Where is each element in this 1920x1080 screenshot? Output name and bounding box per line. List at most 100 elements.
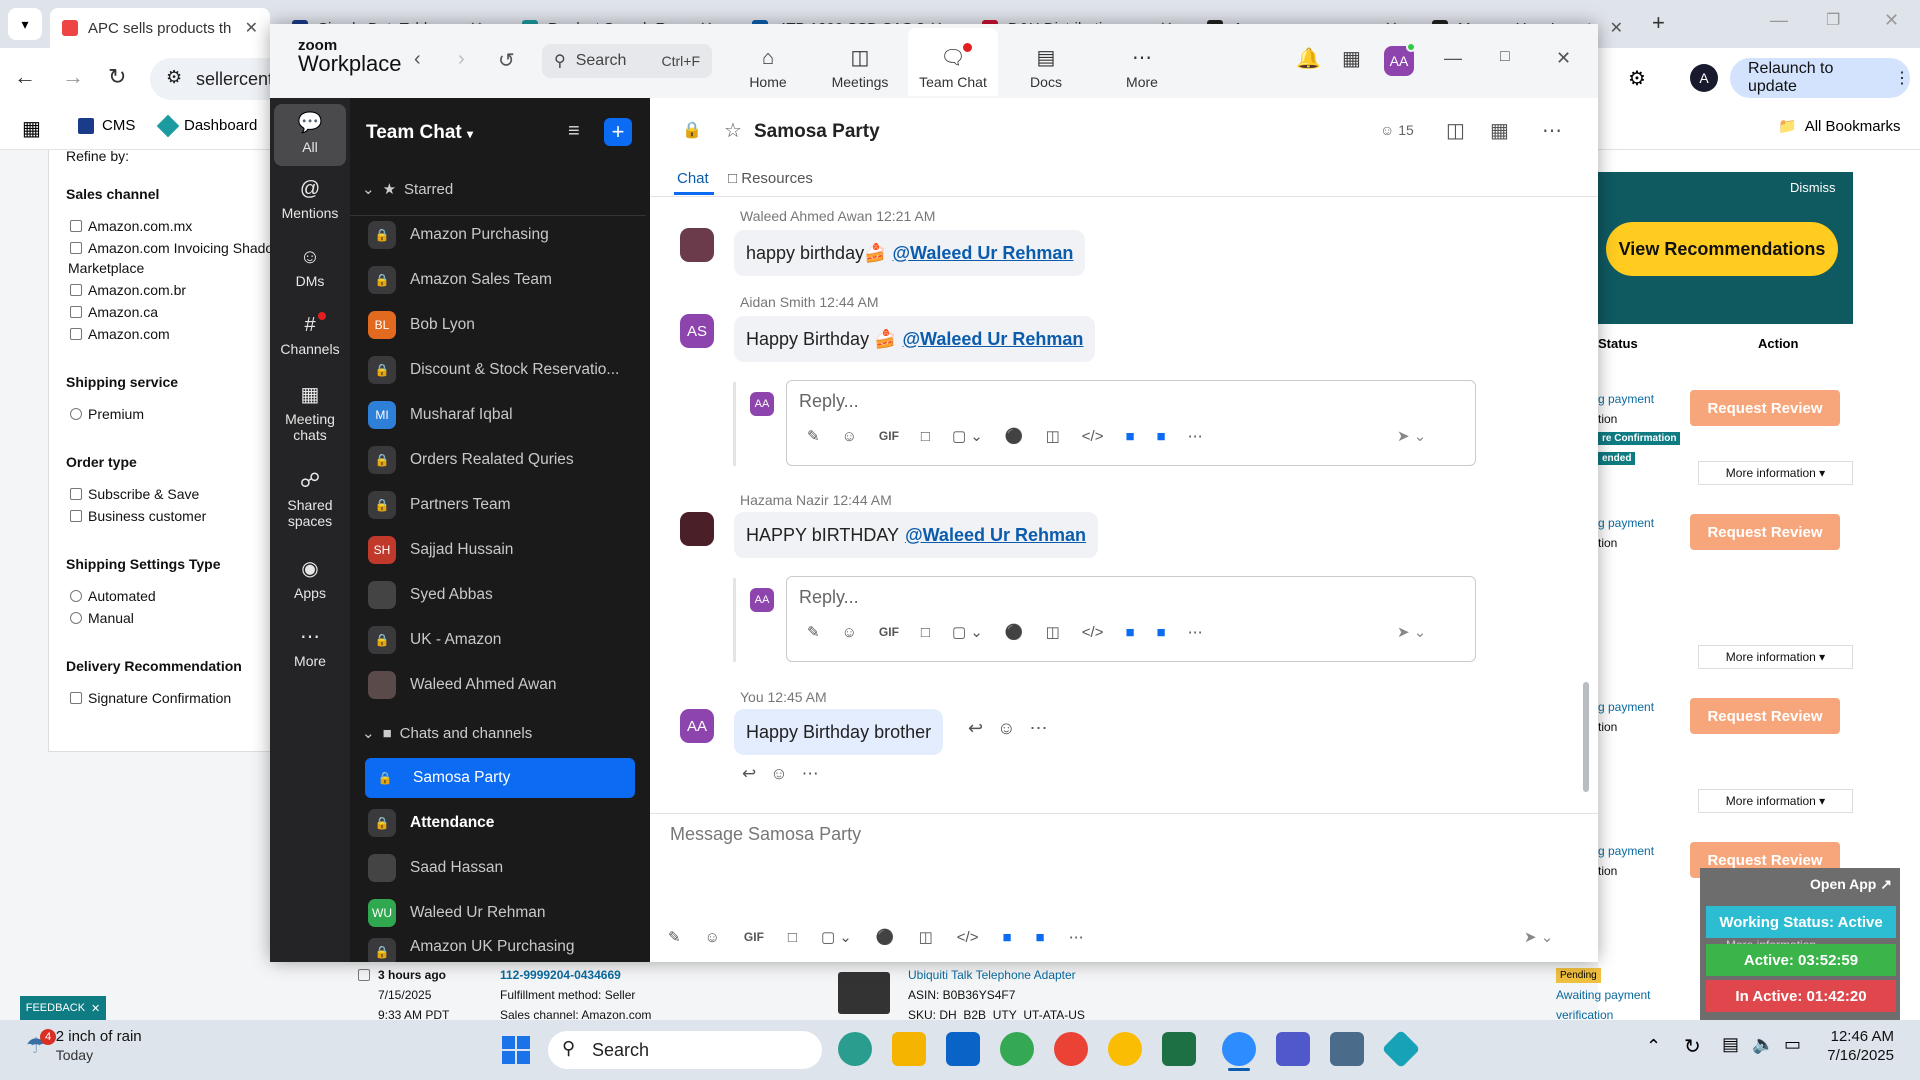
nav-meetings[interactable]: ◫ Meetings xyxy=(816,28,904,96)
dm-item[interactable]: MI Musharaf Iqbal xyxy=(368,395,636,435)
rail-all[interactable]: 💬 All xyxy=(272,110,348,155)
calculator-icon[interactable] xyxy=(1330,1032,1364,1066)
message-bubble[interactable]: HAPPY bIRTHDAY @Waleed Ur Rehman xyxy=(734,512,1098,558)
filter-option[interactable]: Subscribe & Save xyxy=(70,486,199,502)
sync-icon[interactable]: ↻ xyxy=(1684,1034,1701,1059)
channel-item[interactable]: 🔒 Attendance xyxy=(368,803,636,843)
more-information-button[interactable]: More information ▾ xyxy=(1698,789,1853,813)
edge-icon[interactable] xyxy=(838,1032,872,1066)
clock[interactable]: 12:46 AM 7/16/2025 xyxy=(1824,1028,1894,1066)
rail-more[interactable]: ⋯ More xyxy=(272,624,348,669)
browser-tab[interactable]: APC sells products th ✕ xyxy=(50,8,270,48)
channel-title[interactable]: Samosa Party xyxy=(754,121,880,143)
chevron-up-icon[interactable]: ⌃ xyxy=(1646,1036,1661,1057)
file-explorer-icon[interactable] xyxy=(892,1032,926,1066)
message-bubble[interactable]: Happy Birthday 🍰 @Waleed Ur Rehman xyxy=(734,316,1096,362)
filter-option[interactable]: Business customer xyxy=(70,508,206,524)
reply-input[interactable]: Reply... xyxy=(799,587,859,608)
filter-option[interactable]: Automated xyxy=(70,588,156,604)
avatar[interactable] xyxy=(680,228,714,262)
new-tab-icon[interactable]: + xyxy=(1652,10,1665,36)
channel-item[interactable]: 🔒 Discount & Stock Reservatio... xyxy=(368,350,636,390)
close-icon[interactable]: ✕ xyxy=(1610,18,1623,38)
forward-arrow-icon[interactable]: › xyxy=(458,48,465,71)
more-icon[interactable]: ⋯ xyxy=(1069,928,1084,946)
emoji-icon[interactable]: ☺ xyxy=(705,929,720,946)
minimize-icon[interactable]: — xyxy=(1444,48,1462,69)
emoji-icon[interactable]: ☺ xyxy=(842,428,857,445)
file-icon[interactable]: □ xyxy=(921,624,930,641)
filter-option[interactable]: Signature Confirmation xyxy=(70,690,231,706)
calendar-icon[interactable]: ▦ xyxy=(1342,46,1361,71)
send-icon[interactable]: ➤ ⌄ xyxy=(1397,427,1426,445)
channel-more-icon[interactable]: ⋯ xyxy=(1542,118,1562,143)
tab-chat[interactable]: Chat xyxy=(677,170,709,187)
dm-item[interactable]: Saad Hassan xyxy=(368,848,636,888)
bookmark-dashboard[interactable]: Dashboard xyxy=(156,114,257,137)
nav-more[interactable]: ⋯ More xyxy=(1098,28,1186,96)
close-icon[interactable]: ✕ xyxy=(1556,48,1571,69)
file-icon[interactable]: □ xyxy=(921,428,930,445)
rail-mentions[interactable]: @ Mentions xyxy=(272,178,348,221)
app-icon[interactable]: ■ xyxy=(1002,929,1011,946)
nav-team-chat[interactable]: 🗨 Team Chat xyxy=(908,28,998,96)
more-icon[interactable]: ⋯ xyxy=(1188,427,1203,445)
tab-resources[interactable]: □ Resources xyxy=(728,170,813,187)
apps-grid-icon[interactable]: ▦ xyxy=(22,116,41,141)
gif-icon[interactable]: GIF xyxy=(879,625,899,639)
tab-list-button[interactable]: ▾ xyxy=(8,8,42,40)
code-icon[interactable]: </> xyxy=(957,929,979,946)
menu-icon[interactable]: ⋮ xyxy=(1894,68,1910,88)
dm-item[interactable]: Waleed Ahmed Awan xyxy=(368,665,636,705)
reply-box[interactable]: Reply... ✎ ☺ GIF □ ▢ ⌄ ⚫ ◫ </> ■ ■ ⋯ ➤ ⌄ xyxy=(786,380,1476,466)
volume-icon[interactable]: 🔈 xyxy=(1752,1034,1774,1055)
dismiss-link[interactable]: Dismiss xyxy=(1790,180,1836,195)
more-icon[interactable]: ⋯ xyxy=(1188,623,1203,641)
format-icon[interactable]: ✎ xyxy=(807,623,820,641)
minimize-browser-icon[interactable]: — xyxy=(1770,10,1788,31)
open-app-link[interactable]: Open App ↗ xyxy=(1810,876,1892,893)
send-icon[interactable]: ➤ ⌄ xyxy=(1524,928,1553,946)
gif-icon[interactable]: GIF xyxy=(744,930,764,944)
profile-avatar[interactable]: A xyxy=(1690,64,1718,92)
reply-thread-icon[interactable]: ↩ xyxy=(742,764,756,784)
message-bubble[interactable]: happy birthday🍰 @Waleed Ur Rehman xyxy=(734,230,1086,276)
chrome-icon[interactable] xyxy=(1108,1032,1142,1066)
network-icon[interactable]: ▤ xyxy=(1722,1034,1739,1055)
chrome-icon[interactable] xyxy=(1054,1032,1088,1066)
filter-option[interactable]: Amazon.ca xyxy=(70,304,158,320)
channel-item[interactable]: 🔒 Orders Realated Quries xyxy=(368,440,636,480)
filter-option[interactable]: Amazon.com.br xyxy=(70,282,186,298)
back-icon[interactable]: ← xyxy=(14,64,36,90)
order-id-link[interactable]: 112-9999204-0434669 xyxy=(500,968,621,982)
history-icon[interactable]: ↺ xyxy=(498,48,515,73)
taskbar-search[interactable]: ⚲ Search xyxy=(548,1031,822,1069)
app-icon[interactable]: ■ xyxy=(1125,624,1134,641)
add-reaction-icon[interactable]: ☺ xyxy=(770,764,787,784)
app-icon[interactable]: ■ xyxy=(1125,428,1134,445)
channel-item-selected[interactable]: 🔒 Samosa Party xyxy=(365,758,635,798)
view-recommendations-button[interactable]: View Recommendations xyxy=(1606,222,1838,276)
screenshot-icon[interactable]: ▢ ⌄ xyxy=(952,427,983,445)
reply-input[interactable]: Reply... xyxy=(799,391,859,412)
bell-icon[interactable]: 🔔 xyxy=(1296,46,1321,71)
filter-option[interactable]: Premium xyxy=(70,406,144,422)
app-icon[interactable]: ■ xyxy=(1036,929,1045,946)
video-call-icon[interactable]: ◫ xyxy=(1446,118,1465,143)
channel-item[interactable]: 🔒 Partners Team xyxy=(368,485,636,525)
windows-start-icon[interactable] xyxy=(502,1036,530,1064)
all-bookmarks[interactable]: 📁 All Bookmarks xyxy=(1778,117,1901,136)
screenshot-icon[interactable]: ▢ ⌄ xyxy=(821,928,852,946)
rail-apps[interactable]: ◉ Apps xyxy=(272,556,348,601)
video-clip-icon[interactable]: ◫ xyxy=(1046,427,1060,445)
app-icon[interactable]: ■ xyxy=(1157,428,1166,445)
zoom-search[interactable]: ⚲ Search Ctrl+F xyxy=(542,44,712,78)
member-count[interactable]: ☺ 15 xyxy=(1380,122,1414,138)
dm-item[interactable]: Syed Abbas xyxy=(368,575,636,615)
relaunch-button[interactable]: Relaunch to update ⋮ xyxy=(1730,58,1910,98)
avatar[interactable]: AA xyxy=(680,709,714,743)
chats-section-header[interactable]: ⌄ ■ Chats and channels xyxy=(362,724,532,743)
request-review-button[interactable]: Request Review xyxy=(1690,698,1840,734)
format-icon[interactable]: ✎ xyxy=(668,928,681,946)
add-reaction-icon[interactable]: ☺ xyxy=(997,718,1015,739)
